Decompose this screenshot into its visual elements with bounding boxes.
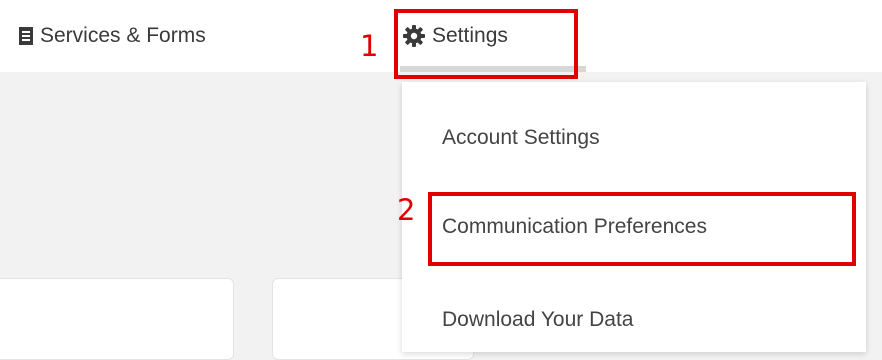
menu-item-communication-preferences[interactable]: Communication Preferences — [442, 215, 707, 239]
step-number-1: 1 — [360, 29, 379, 63]
step-number-2: 2 — [397, 193, 416, 227]
nav-settings[interactable]: Settings — [402, 24, 508, 48]
gear-icon — [402, 24, 426, 48]
menu-item-account-settings[interactable]: Account Settings — [442, 126, 600, 150]
content-card — [0, 278, 234, 360]
settings-active-indicator — [400, 66, 586, 72]
nav-services-and-forms[interactable]: Services & Forms — [18, 24, 206, 48]
settings-dropdown-menu: Account Settings Communication Preferenc… — [402, 82, 866, 352]
document-icon — [18, 26, 34, 46]
nav-services-label: Services & Forms — [40, 24, 206, 47]
nav-settings-label: Settings — [432, 24, 508, 47]
menu-item-download-your-data[interactable]: Download Your Data — [442, 308, 633, 332]
